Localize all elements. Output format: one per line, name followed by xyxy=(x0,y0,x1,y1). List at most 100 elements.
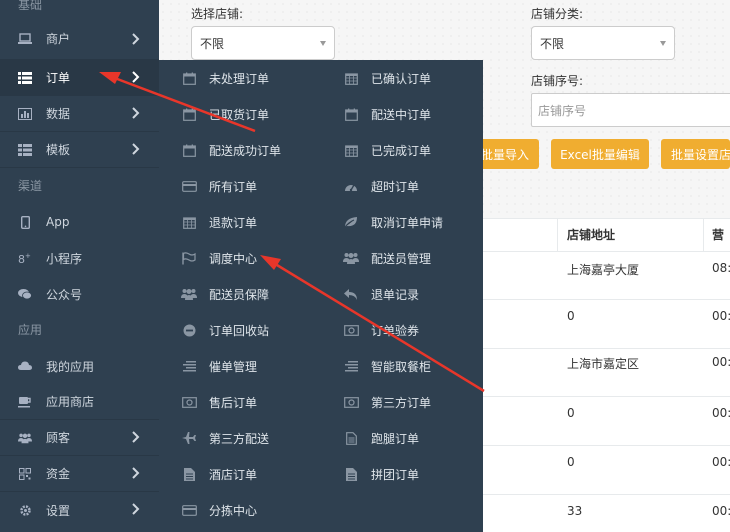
calendar-grid-icon xyxy=(343,71,359,85)
sidebar-item-data[interactable]: 数据 xyxy=(0,96,159,132)
menu-item-picked-up[interactable]: 已取货订单 xyxy=(181,96,269,132)
chevron-right-icon xyxy=(129,430,143,444)
chevron-right-icon xyxy=(129,502,143,516)
calendar-icon xyxy=(181,107,197,121)
menu-item-label: 配送中订单 xyxy=(371,107,432,122)
menu-item-label: 订单回收站 xyxy=(209,323,270,338)
sidebar-item-settings[interactable]: 设置 xyxy=(0,492,159,528)
sidebar-item-template[interactable]: 模板 xyxy=(0,132,159,168)
menu-item-delivered[interactable]: 配送成功订单 xyxy=(181,132,281,168)
menu-item-dispatch-center[interactable]: 调度中心 xyxy=(181,240,257,276)
menu-item-label: 酒店订单 xyxy=(209,467,258,482)
users-icon xyxy=(181,287,197,301)
menu-item-label: 超时订单 xyxy=(371,179,420,194)
menu-item-refund-records[interactable]: 退单记录 xyxy=(343,276,419,312)
menu-item-label: 退单记录 xyxy=(371,287,420,302)
sidebar-item-orders[interactable]: 订单 xyxy=(0,60,159,96)
menu-item-courier-guarantee[interactable]: 配送员保障 xyxy=(181,276,269,312)
calendar-icon xyxy=(343,107,359,121)
menu-item-after-sales[interactable]: 售后订单 xyxy=(181,384,257,420)
serial-filter-label: 店铺序号: xyxy=(531,74,584,88)
table-row: 0 00:0 xyxy=(481,299,730,348)
menu-item-sorting-center[interactable]: 分拣中心 xyxy=(181,492,257,528)
chevron-right-icon xyxy=(129,70,143,84)
menu-item-label: 调度中心 xyxy=(209,251,258,266)
menu-item-unprocessed[interactable]: 未处理订单 xyxy=(181,60,269,96)
menu-item-third-party-delivery[interactable]: 第三方配送 xyxy=(181,420,269,456)
money-icon xyxy=(343,395,359,409)
orders-submenu: 未处理订单 已取货订单 配送成功订单 所有订单 退款订单 调度中心 配送员保障 … xyxy=(159,60,483,532)
qrcode-icon xyxy=(18,467,32,481)
menu-item-label: 所有订单 xyxy=(209,179,258,194)
svg-text:+: + xyxy=(25,252,31,260)
calendar-grid-icon xyxy=(181,215,197,229)
cell-address: 0 xyxy=(567,309,575,323)
cell-address: 0 xyxy=(567,455,575,469)
leaf-icon xyxy=(343,215,359,229)
menu-item-hotel-orders[interactable]: 酒店订单 xyxy=(181,456,257,492)
sidebar-item-customers[interactable]: 顾客 xyxy=(0,420,159,456)
menu-item-label: 跑腿订单 xyxy=(371,431,420,446)
sidebar-section-apps: 应用 xyxy=(18,323,43,337)
store-select[interactable]: 不限 xyxy=(191,26,335,60)
sidebar-item-label: 订单 xyxy=(46,71,71,85)
cloud-icon xyxy=(18,359,32,373)
menu-item-all-orders[interactable]: 所有订单 xyxy=(181,168,257,204)
table-row: 0 00:0 xyxy=(481,445,730,494)
sidebar-item-merchant[interactable]: 商户 xyxy=(0,18,159,60)
menu-item-courier-management[interactable]: 配送员管理 xyxy=(343,240,431,276)
menu-item-refund[interactable]: 退款订单 xyxy=(181,204,257,240)
menu-item-overtime[interactable]: 超时订单 xyxy=(343,168,419,204)
serial-input[interactable]: 店铺序号 xyxy=(531,93,730,127)
menu-item-errand-orders[interactable]: 跑腿订单 xyxy=(343,420,419,456)
cell-hours: 00:0 xyxy=(712,309,730,323)
sidebar-item-label: 设置 xyxy=(46,503,71,518)
cell-address: 0 xyxy=(567,406,575,420)
sidebar: 基础 商户 订单 数据 模板 渠道 App 8 + 小程序 公众号 应用 我的应用 xyxy=(0,0,159,532)
menu-item-reminder[interactable]: 催单管理 xyxy=(181,348,257,384)
file-text-icon xyxy=(343,431,359,445)
menu-item-completed[interactable]: 已完成订单 xyxy=(343,132,431,168)
menu-item-in-delivery[interactable]: 配送中订单 xyxy=(343,96,431,132)
category-filter-label: 店铺分类: xyxy=(531,7,584,21)
minus-circle-icon xyxy=(181,323,197,337)
sidebar-section-channel: 渠道 xyxy=(18,179,43,193)
cell-hours: 00:0 xyxy=(712,504,730,518)
reply-icon xyxy=(343,287,359,301)
menu-item-recycle-bin[interactable]: 订单回收站 xyxy=(181,312,269,348)
menu-item-label: 取消订单申请 xyxy=(371,215,444,230)
menu-item-third-party-orders[interactable]: 第三方订单 xyxy=(343,384,431,420)
sidebar-item-funds[interactable]: 资金 xyxy=(0,456,159,492)
batch-settings-button[interactable]: 批量设置店 xyxy=(661,139,730,169)
menu-item-coupon-verify[interactable]: 订单验券 xyxy=(343,312,419,348)
sidebar-item-label: App xyxy=(46,215,70,229)
cell-hours: 00:0 xyxy=(712,455,730,469)
chat-icon xyxy=(18,287,32,301)
cell-address: 上海嘉亭大厦 xyxy=(567,263,640,277)
sidebar-item-mini-program[interactable]: 8 + 小程序 xyxy=(0,240,159,276)
sidebar-item-official-account[interactable]: 公众号 xyxy=(0,276,159,312)
calendar-icon xyxy=(181,71,197,85)
header-hours: 营业 xyxy=(712,228,725,274)
menu-item-label: 拼团订单 xyxy=(371,467,420,482)
laptop-icon xyxy=(18,32,32,46)
menu-item-confirmed[interactable]: 已确认订单 xyxy=(343,60,431,96)
menu-item-group-orders[interactable]: 拼团订单 xyxy=(343,456,419,492)
sidebar-item-label: 公众号 xyxy=(46,287,83,302)
cell-address: 33 xyxy=(567,504,583,518)
sidebar-item-app[interactable]: App xyxy=(0,204,159,240)
table-row: 上海市嘉定区 00:0 xyxy=(481,348,730,396)
chevron-right-icon xyxy=(129,106,143,120)
caret-down-icon xyxy=(660,41,666,46)
category-select[interactable]: 不限 xyxy=(531,26,675,60)
menu-item-cancel-request[interactable]: 取消订单申请 xyxy=(343,204,443,240)
menu-item-label: 第三方订单 xyxy=(371,395,432,410)
sidebar-item-my-apps[interactable]: 我的应用 xyxy=(0,348,159,384)
mini-program-icon: 8 + xyxy=(18,251,32,265)
table-row: 33 00:0 xyxy=(481,494,730,532)
menu-item-smart-locker[interactable]: 智能取餐柜 xyxy=(343,348,431,384)
excel-edit-button[interactable]: Excel批量编辑 xyxy=(551,139,649,169)
menu-item-label: 退款订单 xyxy=(209,215,258,230)
sidebar-item-app-store[interactable]: 应用商店 xyxy=(0,384,159,420)
sidebar-item-label: 小程序 xyxy=(46,251,83,266)
